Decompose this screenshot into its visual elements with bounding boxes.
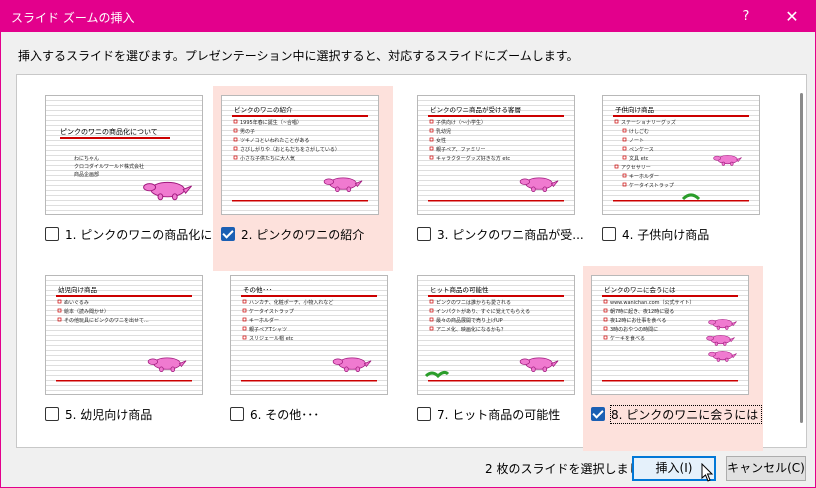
- slide-item[interactable]: 幼児向け商品 ぬいぐるみ 絵本（読み聞かせ） その他玩具にピンクのワニを出せて... …: [37, 266, 217, 451]
- svg-text:乳幼児: 乳幼児: [436, 128, 451, 135]
- svg-text:親子ペア、ファミリー: 親子ペア、ファミリー: [436, 146, 486, 153]
- svg-text:www.wanichan.com（公式サイト）: www.wanichan.com（公式サイト）: [610, 299, 695, 306]
- instruction-text: 挿入するスライドを選びます。プレゼンテーション中に選択すると、対応するスライドに…: [18, 49, 579, 63]
- svg-text:子供向け（～小学生）: 子供向け（～小学生）: [436, 119, 486, 126]
- svg-text:絵本（読み聞かせ）: 絵本（読み聞かせ）: [64, 308, 109, 315]
- svg-text:ヒット商品の可能性: ヒット商品の可能性: [430, 285, 489, 294]
- slide-checkbox[interactable]: [417, 227, 431, 241]
- slide-checkbox[interactable]: [602, 227, 616, 241]
- slide-label[interactable]: 8. ピンクのワニに会うには: [610, 405, 762, 424]
- svg-text:その他･･･: その他･･･: [243, 285, 272, 294]
- svg-text:最々の商品展開で売り上げUP: 最々の商品展開で売り上げUP: [436, 317, 503, 324]
- svg-text:3時のおやつの時間に: 3時のおやつの時間に: [610, 326, 658, 333]
- svg-text:ピンクのワニ商品が受ける客層: ピンクのワニ商品が受ける客層: [430, 105, 521, 114]
- svg-text:ぬいぐるみ: ぬいぐるみ: [64, 300, 89, 306]
- svg-text:その他玩具にピンクのワニを出せて...: その他玩具にピンクのワニを出せて...: [64, 317, 149, 324]
- slide-zoom-dialog: スライド ズームの挿入 ? ✕ 挿入するスライドを選びます。プレゼンテーション中…: [0, 0, 816, 488]
- svg-text:子供向け商品: 子供向け商品: [615, 105, 654, 114]
- slide-label[interactable]: 6. その他･･･: [250, 406, 400, 423]
- svg-text:幼児向け商品: 幼児向け商品: [58, 285, 97, 294]
- slide-checkbox[interactable]: [45, 407, 59, 421]
- svg-text:商品企画部: 商品企画部: [74, 171, 99, 178]
- svg-text:アクセサリー: アクセサリー: [621, 165, 651, 171]
- svg-text:ピンクのワニの紹介: ピンクのワニの紹介: [234, 105, 293, 114]
- svg-text:ケータイストラップ: ケータイストラップ: [249, 308, 294, 315]
- slide-label[interactable]: 5. 幼児向け商品: [65, 406, 215, 423]
- slide-thumbnail[interactable]: ピンクのワニ商品が受ける客層子供向け（～小学生） 乳幼児女性親子ペア、ファミリーキ…: [417, 95, 575, 215]
- slide-thumbnail[interactable]: その他･･･ ハンカチ、化粧ポーチ、小物入れなど ケータイストラップ キーホルダー親子…: [230, 275, 388, 395]
- slide-thumbnail[interactable]: 幼児向け商品 ぬいぐるみ絵本（読み聞かせ） その他玩具にピンクのワニを出せて...: [45, 275, 203, 395]
- svg-text:小さな子供たちに大人気: 小さな子供たちに大人気: [240, 155, 295, 162]
- svg-text:キャラクターグッズ好きな方 etc: キャラクターグッズ好きな方 etc: [436, 155, 510, 162]
- svg-text:夜12時にお仕事を食べる: 夜12時にお仕事を食べる: [610, 317, 666, 324]
- mouse-pointer-icon: [701, 463, 714, 482]
- svg-text:男の子: 男の子: [240, 128, 255, 135]
- slide-thumbnail[interactable]: ピンクのワニに会うには www.wanichan.com（公式サイト） 朝7時に起き…: [591, 275, 749, 395]
- svg-text:ノート: ノート: [629, 138, 644, 144]
- close-button[interactable]: ✕: [769, 1, 815, 32]
- svg-text:1995年春に誕生（~合唱）: 1995年春に誕生（~合唱）: [240, 119, 302, 126]
- slide-item[interactable]: ピンクのワニの商品化についてわにちゃん クロコダイルワールド株式会社 商品企画部 1…: [37, 86, 217, 271]
- slide-checkbox[interactable]: [591, 407, 605, 421]
- slide-item[interactable]: ピンクのワニの紹介 1995年春に誕生（~合唱） 男の子ツキノコといわれたことがある…: [213, 86, 393, 271]
- slide-item[interactable]: 子供向け商品ステーショナリーグッズけしごむノートペンケース文具 etc アクセサリ…: [594, 86, 774, 271]
- svg-text:インパクトがあり、すぐに覚えてもらえる: インパクトがあり、すぐに覚えてもらえる: [436, 308, 530, 315]
- svg-text:キーホルダー: キーホルダー: [249, 317, 279, 324]
- svg-text:ツキノコといわれたことがある: ツキノコといわれたことがある: [240, 137, 309, 144]
- slide-item[interactable]: ヒット商品の可能性ピンクのワニは誰からも愛されるインパクトがあり、すぐに覚えても…: [409, 266, 589, 451]
- slide-checkbox[interactable]: [230, 407, 244, 421]
- svg-text:ピンクのワニの商品化について: ピンクのワニの商品化について: [60, 127, 158, 136]
- slide-checkbox[interactable]: [45, 227, 59, 241]
- slide-label[interactable]: 3. ピンクのワニ商品が受...: [437, 226, 587, 243]
- slide-thumbnail[interactable]: ピンクのワニの商品化についてわにちゃん クロコダイルワールド株式会社 商品企画部: [45, 95, 203, 215]
- svg-text:さびしがりや（おともだちをさがしている）: さびしがりや（おともだちをさがしている）: [240, 146, 340, 153]
- svg-text:ピンクのワニは誰からも愛される: ピンクのワニは誰からも愛される: [436, 299, 511, 306]
- svg-text:けしごむ: けしごむ: [629, 128, 649, 135]
- svg-text:ペンケース: ペンケース: [629, 146, 654, 153]
- slide-label[interactable]: 2. ピンクのワニの紹介: [241, 226, 391, 243]
- svg-text:ハンカチ、化粧ポーチ、小物入れなど: ハンカチ、化粧ポーチ、小物入れなど: [249, 299, 333, 306]
- svg-text:キーホルダー: キーホルダー: [629, 173, 659, 180]
- svg-text:スリジェール帽 etc: スリジェール帽 etc: [249, 335, 294, 342]
- slide-list[interactable]: ピンクのワニの商品化についてわにちゃん クロコダイルワールド株式会社 商品企画部 1…: [16, 74, 807, 451]
- slide-checkbox[interactable]: [417, 407, 431, 421]
- vertical-scrollbar[interactable]: [800, 93, 803, 423]
- svg-text:クロコダイルワールド株式会社: クロコダイルワールド株式会社: [74, 163, 144, 170]
- slide-label[interactable]: 7. ヒット商品の可能性: [437, 406, 587, 423]
- slide-thumbnail[interactable]: ヒット商品の可能性ピンクのワニは誰からも愛されるインパクトがあり、すぐに覚えても…: [417, 275, 575, 395]
- slide-checkbox[interactable]: [221, 227, 235, 241]
- slide-item[interactable]: その他･･･ ハンカチ、化粧ポーチ、小物入れなど ケータイストラップ キーホルダー親子…: [222, 266, 402, 451]
- svg-text:女性: 女性: [436, 137, 446, 144]
- svg-text:わにちゃん: わにちゃん: [74, 155, 99, 162]
- title-bar: スライド ズームの挿入 ? ✕: [1, 1, 815, 32]
- svg-text:ケータイストラップ: ケータイストラップ: [629, 182, 674, 189]
- slide-thumbnail[interactable]: 子供向け商品ステーショナリーグッズけしごむノートペンケース文具 etc アクセサリ…: [602, 95, 760, 215]
- selection-status: 2 枚のスライドを選択しました: [485, 462, 653, 476]
- svg-text:親子ペアTシャツ: 親子ペアTシャツ: [249, 326, 287, 333]
- svg-text:アニメ化、映画化になるかも？: アニメ化、映画化になるかも？: [436, 326, 506, 333]
- svg-text:ピンクのワニに会うには: ピンクのワニに会うには: [604, 285, 676, 294]
- svg-text:文具 etc: 文具 etc: [629, 155, 649, 162]
- slide-thumbnail[interactable]: ピンクのワニの紹介 1995年春に誕生（~合唱） 男の子ツキノコといわれたことがある…: [221, 95, 379, 215]
- window-title: スライド ズームの挿入: [11, 11, 135, 25]
- slide-item[interactable]: ピンクのワニ商品が受ける客層子供向け（～小学生） 乳幼児女性親子ペア、ファミリーキ…: [409, 86, 589, 271]
- help-button[interactable]: ?: [723, 1, 769, 32]
- slide-label[interactable]: 1. ピンクのワニの商品化に...: [65, 226, 215, 243]
- svg-text:朝7時に起き、夜12時に寝る: 朝7時に起き、夜12時に寝る: [610, 308, 674, 315]
- cancel-button[interactable]: キャンセル(C): [726, 456, 806, 481]
- svg-text:ケーキを食べる: ケーキを食べる: [610, 335, 645, 342]
- svg-text:ステーショナリーグッズ: ステーショナリーグッズ: [621, 119, 676, 126]
- slide-label[interactable]: 4. 子供向け商品: [622, 226, 772, 243]
- slide-item[interactable]: ピンクのワニに会うには www.wanichan.com（公式サイト） 朝7時に起き…: [583, 266, 763, 451]
